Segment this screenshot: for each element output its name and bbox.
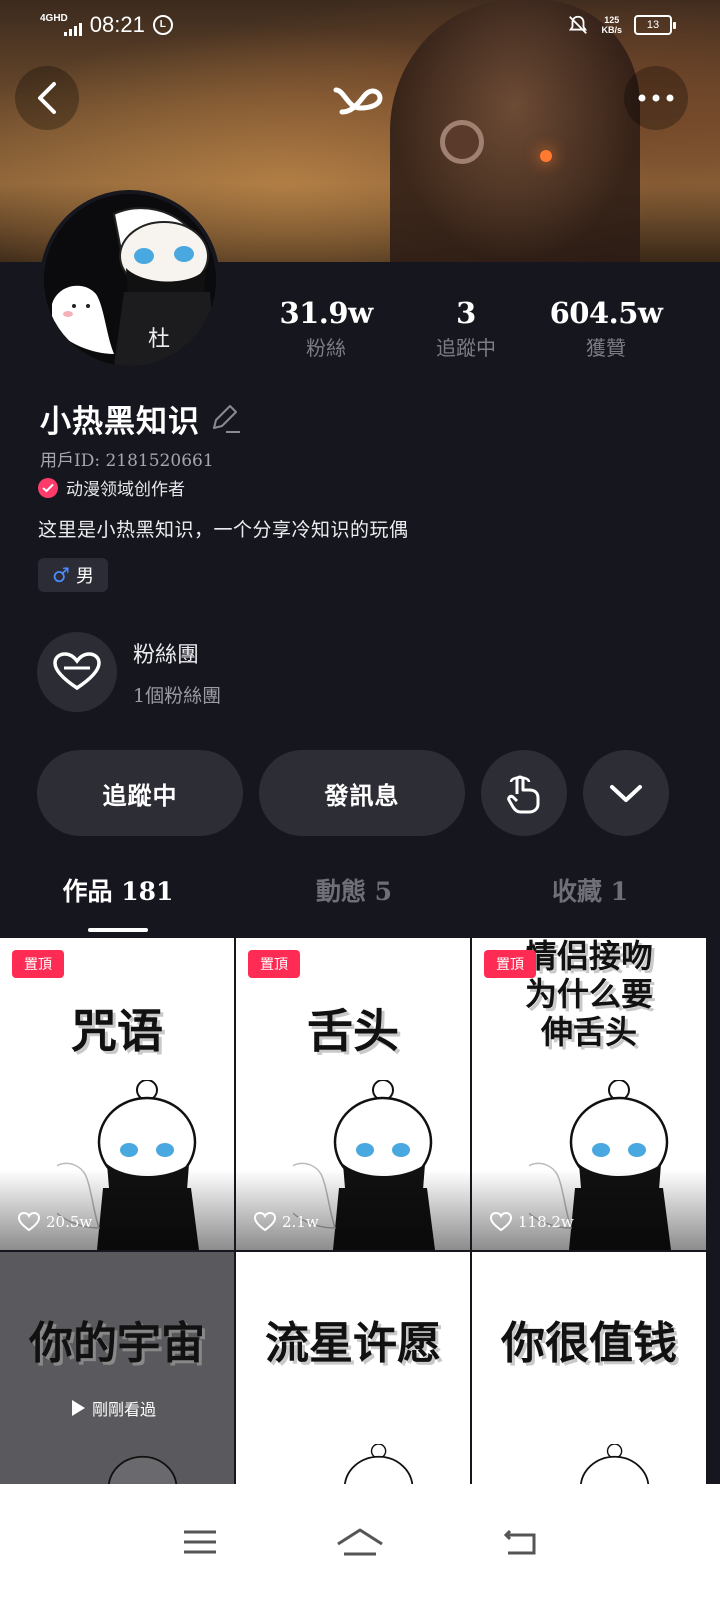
user-id[interactable]: 用戶ID: 2181520661 (40, 446, 214, 471)
fan-club-entry[interactable]: 粉絲團 1個粉絲團 (37, 632, 221, 712)
video-thumbnail[interactable]: 置頂 情侣接吻 为什么要 伸舌头 118.2w (472, 938, 706, 1250)
followers-count: 31.9w (279, 296, 373, 330)
signal-icon (63, 22, 82, 36)
like-count-value: 118.2w (518, 1213, 574, 1231)
tab-favorites[interactable]: 收藏 1 (472, 872, 708, 934)
expand-button[interactable] (583, 750, 669, 836)
video-title: 你的宇宙 (29, 1318, 205, 1369)
following-label: 追蹤中 (436, 336, 496, 360)
recently-watched-text: 剛剛看過 (92, 1400, 157, 1419)
home-icon (337, 1528, 383, 1556)
chevron-left-icon (38, 82, 56, 114)
profile-bio: 这里是小热黑知识，一个分享冷知识的玩偶 (38, 519, 409, 541)
loop-logo-icon[interactable] (332, 78, 388, 118)
fan-club-title: 粉絲團 (133, 642, 200, 668)
banner-light-dot (540, 150, 552, 162)
verified-check-icon (38, 477, 58, 498)
gender-tag: ♂ 男 (38, 558, 108, 592)
more-dots-icon (638, 94, 674, 102)
pinned-badge: 置頂 (484, 950, 536, 978)
status-bar: 4GHD 08:21 L 125 KB/s 13 (0, 0, 720, 52)
banner-headlight (440, 120, 484, 164)
tab-updates[interactable]: 動態 5 (236, 872, 472, 934)
mute-notification-icon (569, 15, 588, 34)
back-button[interactable] (15, 66, 79, 130)
tap-hand-icon (507, 775, 540, 814)
male-icon: ♂ (52, 563, 70, 587)
likes-count: 604.5w (549, 296, 663, 330)
clock: 08:21 (89, 12, 145, 37)
gender-label: 男 (75, 566, 94, 587)
avatar[interactable]: 杜 (40, 190, 220, 370)
network-speed: 125 KB/s (601, 15, 622, 35)
profile-name: 小热黑知识 (40, 404, 200, 440)
following-count: 3 (456, 296, 476, 330)
heart-icon (18, 1212, 40, 1232)
fan-club-subtitle: 1個粉絲團 (133, 684, 222, 707)
system-navigation-bar (0, 1484, 720, 1600)
poke-button[interactable] (481, 750, 567, 836)
video-title: 流星许愿 (265, 1318, 441, 1369)
verified-label: 动漫领域创作者 (66, 480, 185, 500)
video-thumbnail[interactable]: 置頂 舌头 2.1w (236, 938, 470, 1250)
content-tabs: 作品 181 動態 5 收藏 1 (0, 872, 720, 934)
video-thumbnail[interactable]: 置頂 咒语 20.5w (0, 938, 234, 1250)
tab-works[interactable]: 作品 181 (0, 872, 236, 934)
video-title: 咒语 (71, 1004, 163, 1058)
followers-label: 粉絲 (306, 336, 346, 360)
heart-icon (254, 1212, 276, 1232)
pinned-badge: 置頂 (248, 950, 300, 978)
edit-pencil-icon[interactable] (210, 404, 242, 434)
send-message-button[interactable]: 發訊息 (259, 750, 465, 836)
menu-icon (184, 1530, 216, 1554)
fan-club-text: 粉絲團 1個粉絲團 (133, 637, 221, 708)
play-icon (72, 1400, 85, 1416)
video-title: 舌头 (307, 1004, 399, 1058)
stat-following[interactable]: 3 追蹤中 (396, 296, 536, 361)
like-count: 20.5w (18, 1212, 92, 1232)
like-count-value: 2.1w (282, 1213, 319, 1231)
more-options-button[interactable] (624, 66, 688, 130)
stat-followers[interactable]: 31.9w 粉絲 (256, 296, 396, 361)
system-back-button[interactable] (490, 1522, 550, 1562)
likes-label: 獲贊 (586, 336, 626, 360)
avatar-character-image: 杜 (44, 194, 216, 366)
stats-row: 31.9w 粉絲 3 追蹤中 604.5w 獲贊 (256, 296, 676, 361)
thumbnail-shade (472, 1170, 706, 1250)
pinned-badge: 置頂 (12, 950, 64, 978)
speed-value: 125 (604, 15, 620, 25)
thumbnail-shade (236, 1170, 470, 1250)
verified-creator-badge: 动漫领域创作者 (38, 475, 185, 500)
avatar-text: 杜 (148, 327, 170, 352)
home-button[interactable] (330, 1522, 390, 1562)
thumbnail-shade (0, 1170, 234, 1250)
speed-unit: KB/s (601, 25, 622, 35)
following-button[interactable]: 追蹤中 (37, 750, 243, 836)
network-indicator: 4GHD (40, 14, 82, 36)
heart-badge-icon (37, 632, 117, 712)
chevron-down-icon (610, 785, 642, 802)
video-grid: 置頂 咒语 20.5w 置頂 舌头 2.1w 置頂 情侣接吻 为什么要 伸舌头 … (0, 938, 720, 1564)
profile-name-row: 小热黑知识 (40, 396, 242, 441)
like-count: 2.1w (254, 1212, 319, 1232)
license-icon: L (152, 15, 173, 35)
return-icon (503, 1529, 536, 1555)
video-title: 你很值钱 (501, 1318, 677, 1369)
stat-likes[interactable]: 604.5w 獲贊 (536, 296, 676, 361)
battery-icon: 13 (634, 15, 676, 35)
heart-icon (490, 1212, 512, 1232)
like-count-value: 20.5w (46, 1213, 93, 1231)
like-count: 118.2w (490, 1212, 574, 1232)
recently-watched-label: 剛剛看過 (70, 1396, 156, 1420)
menu-button[interactable] (170, 1522, 230, 1562)
